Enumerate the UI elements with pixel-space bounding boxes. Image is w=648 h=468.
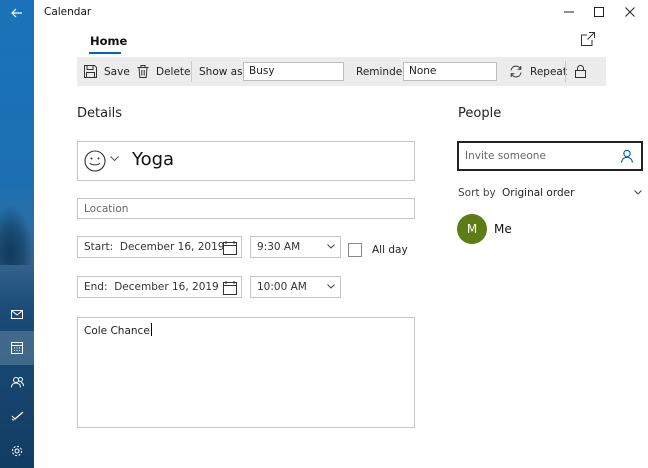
- location-placeholder: Location: [84, 203, 129, 215]
- close-button[interactable]: [615, 0, 645, 24]
- attendee-name: Me: [494, 222, 512, 236]
- show-as-label: Show as:: [199, 65, 247, 78]
- start-time-select[interactable]: 9:30 AM: [250, 236, 341, 258]
- end-date-text: End: December 16, 2019: [84, 281, 219, 293]
- back-button[interactable]: [0, 0, 34, 26]
- all-day-label: All day: [372, 244, 408, 256]
- all-day-checkbox[interactable]: [348, 243, 362, 257]
- sort-by-select[interactable]: Original order: [502, 187, 574, 199]
- tab-home[interactable]: Home: [90, 34, 127, 48]
- lock-icon: [575, 65, 586, 78]
- end-date-picker[interactable]: End: December 16, 2019: [77, 276, 242, 298]
- people-icon: [10, 377, 24, 388]
- reminder-select[interactable]: None: [403, 62, 497, 81]
- popout-icon: [581, 32, 595, 46]
- start-label: Start:: [84, 241, 114, 253]
- smiley-emoji-icon[interactable]: [84, 150, 106, 172]
- start-time: 9:30 AM: [257, 241, 301, 253]
- start-date: December 16, 2019: [119, 241, 225, 253]
- end-time: 10:00 AM: [257, 281, 307, 293]
- people-heading: People: [458, 106, 502, 121]
- private-lock-button[interactable]: [575, 57, 586, 86]
- maximize-button[interactable]: [584, 0, 614, 24]
- toolbar-divider: [565, 61, 566, 82]
- start-date-picker[interactable]: Start: December 16, 2019: [77, 236, 242, 258]
- end-date: December 16, 2019: [114, 281, 219, 293]
- end-label: End:: [84, 281, 108, 293]
- sort-by-label: Sort by: [458, 187, 496, 199]
- minimize-button[interactable]: [554, 0, 584, 24]
- chevron-down-icon: [327, 284, 335, 289]
- minimize-icon: [564, 11, 574, 13]
- repeat-icon: [510, 65, 522, 78]
- location-field[interactable]: Location: [77, 198, 415, 219]
- background-hill: [0, 205, 34, 265]
- invite-input[interactable]: [465, 148, 615, 164]
- save-icon: [84, 65, 97, 78]
- repeat-button[interactable]: Repeat: [509, 57, 567, 86]
- delete-button[interactable]: Delete: [137, 57, 191, 86]
- notes-field[interactable]: Cole Chance: [77, 317, 415, 428]
- event-title-field[interactable]: Yoga: [77, 141, 415, 181]
- event-title: Yoga: [132, 149, 175, 170]
- nav-mail-button[interactable]: [0, 297, 34, 331]
- save-button[interactable]: Save: [84, 57, 130, 86]
- back-arrow-icon: [11, 8, 22, 18]
- person-icon[interactable]: [620, 149, 634, 163]
- toolbar: Save Delete Show as: Busy Reminder: None…: [77, 57, 606, 86]
- nav-calendar-button[interactable]: [0, 331, 34, 365]
- text-caret: [150, 323, 152, 336]
- nav-people-button[interactable]: [0, 365, 34, 399]
- trash-icon: [137, 65, 149, 78]
- popout-button[interactable]: [580, 31, 598, 49]
- chevron-down-icon[interactable]: [634, 190, 642, 195]
- notes-value: Cole Chance: [84, 325, 150, 337]
- delete-label: Delete: [156, 65, 191, 78]
- nav-settings-button[interactable]: [0, 434, 34, 468]
- maximize-icon: [594, 7, 604, 17]
- start-date-text: Start: December 16, 2019: [84, 241, 224, 253]
- invite-field[interactable]: [457, 141, 643, 171]
- nav-todo-button[interactable]: [0, 399, 34, 433]
- checkmark-icon: [11, 411, 23, 421]
- show-as-select[interactable]: Busy: [243, 62, 344, 81]
- reminder-label: Reminder:: [356, 65, 410, 78]
- left-nav-rail: [0, 0, 34, 468]
- repeat-label: Repeat: [530, 65, 567, 78]
- details-heading: Details: [77, 106, 123, 121]
- close-icon: [625, 7, 635, 17]
- toolbar-divider: [191, 61, 192, 82]
- title-bar: Calendar: [34, 0, 648, 26]
- gear-icon: [11, 445, 23, 457]
- calendar-icon: [11, 342, 23, 354]
- avatar: M: [457, 214, 487, 244]
- chevron-down-icon: [327, 244, 335, 249]
- save-label: Save: [104, 65, 130, 78]
- calendar-icon: [223, 281, 237, 295]
- end-time-select[interactable]: 10:00 AM: [250, 276, 341, 298]
- calendar-icon: [223, 241, 237, 255]
- tab-home-underline: [89, 52, 121, 54]
- app-title: Calendar: [44, 6, 92, 18]
- notes-text: Cole Chance: [84, 323, 152, 337]
- chevron-down-icon: [110, 156, 119, 162]
- mail-icon: [11, 309, 23, 319]
